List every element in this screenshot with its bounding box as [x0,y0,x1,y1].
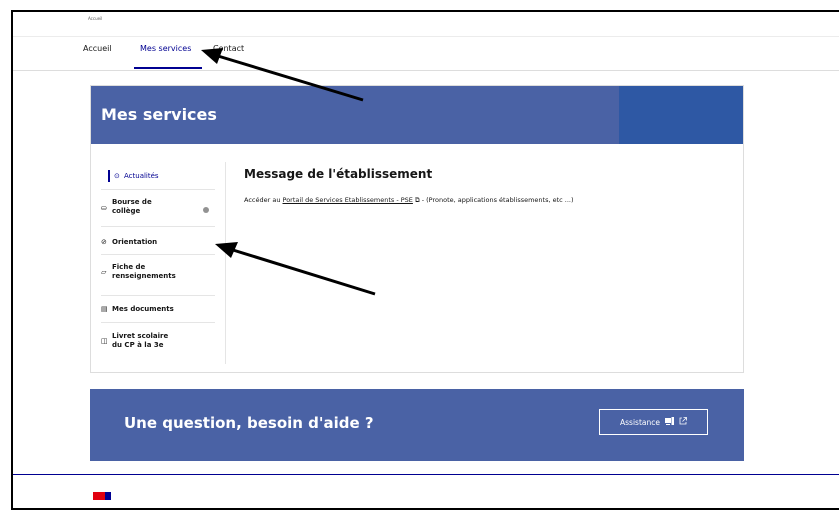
annotation-arrows [201,48,376,296]
annotation-arrow-middle [215,242,376,296]
browser-frame: Accueil Accueil Mes services Contact Mes… [11,10,839,510]
annotation-arrow-top [201,48,364,102]
